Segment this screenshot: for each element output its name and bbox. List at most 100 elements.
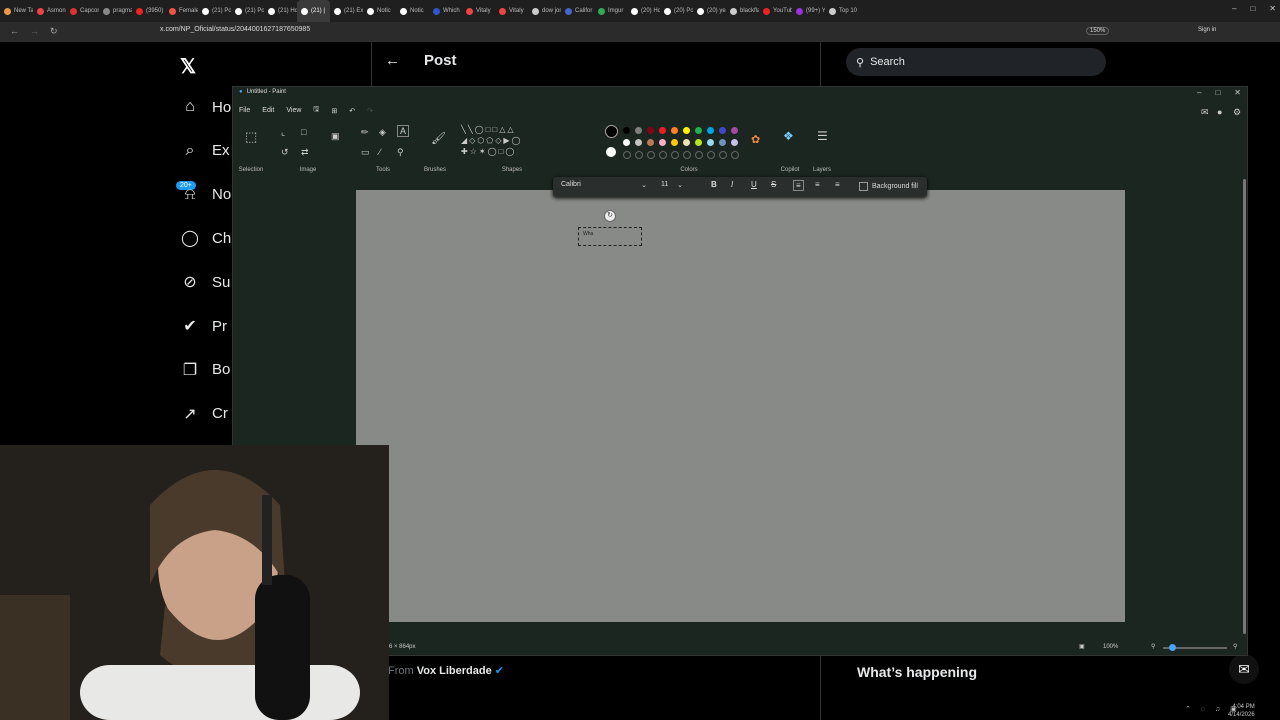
messages-icon[interactable]: ✉ xyxy=(1229,654,1259,684)
menu-edit[interactable]: Edit xyxy=(262,107,274,114)
minimize-icon[interactable]: – xyxy=(1197,88,1201,97)
nav-item-bo[interactable]: ❐ Bo xyxy=(180,360,231,380)
color-swatch[interactable] xyxy=(683,127,690,134)
bold-button[interactable]: B xyxy=(711,180,717,189)
maximize-icon[interactable]: □ xyxy=(1250,4,1255,13)
browser-tab[interactable]: Notic xyxy=(363,0,396,22)
fill-icon[interactable]: ◈ xyxy=(379,127,386,138)
secondary-color-swatch[interactable] xyxy=(606,147,616,157)
browser-tab[interactable]: Imgur xyxy=(594,0,627,22)
selection-icon[interactable]: ⬚ xyxy=(245,129,257,145)
color-swatch[interactable] xyxy=(731,127,738,134)
browser-tab[interactable]: Asmon xyxy=(33,0,66,22)
x-logo[interactable]: 𝕏 xyxy=(180,54,196,79)
color-swatch[interactable] xyxy=(719,139,726,146)
menu-file[interactable]: File xyxy=(239,107,250,114)
browser-tab[interactable]: Top 10 xyxy=(825,0,858,22)
browser-tab[interactable]: Califor xyxy=(561,0,594,22)
color-swatch[interactable] xyxy=(659,139,666,146)
color-picker-icon[interactable]: ∕ xyxy=(379,147,381,157)
resize-icon[interactable]: □ xyxy=(301,127,306,137)
nav-item-ho[interactable]: ⌂ Ho xyxy=(180,97,231,117)
nav-item-su[interactable]: ⊘ Su xyxy=(180,272,230,292)
reload-icon[interactable]: ↻ xyxy=(50,26,58,37)
shapes-row-3-icon[interactable]: ✚☆✶◯□◯ xyxy=(461,147,516,156)
zoom-out-icon[interactable]: ⚲ xyxy=(1151,643,1155,650)
sign-in-button[interactable]: Sign in xyxy=(1198,27,1216,33)
vertical-scrollbar[interactable] xyxy=(1243,179,1246,634)
color-swatch[interactable] xyxy=(635,139,642,146)
nav-item-ch[interactable]: ◯ Ch xyxy=(180,228,231,248)
custom-color-slot[interactable] xyxy=(635,151,643,159)
color-swatch[interactable] xyxy=(647,127,654,134)
brush-icon[interactable]: 🖌 xyxy=(431,131,446,145)
custom-color-slot[interactable] xyxy=(647,151,655,159)
redo-icon[interactable]: ↷ xyxy=(367,107,373,115)
zoom-in-icon[interactable]: ⚲ xyxy=(1233,643,1237,650)
browser-tab[interactable]: (21) Po xyxy=(198,0,231,22)
comment-icon[interactable]: ✉ xyxy=(1201,107,1209,118)
color-swatch[interactable] xyxy=(671,127,678,134)
menu-view[interactable]: View xyxy=(286,107,301,114)
account-icon[interactable]: ● xyxy=(1217,107,1222,117)
forward-icon[interactable]: → xyxy=(30,26,39,36)
browser-tab[interactable]: New Tab xyxy=(0,0,33,22)
custom-color-slot[interactable] xyxy=(731,151,739,159)
strikethrough-button[interactable]: S xyxy=(771,180,776,189)
align-center-icon[interactable]: ≡ xyxy=(815,180,820,189)
custom-color-slot[interactable] xyxy=(659,151,667,159)
close-icon[interactable]: ✕ xyxy=(1269,4,1276,13)
custom-color-slot[interactable] xyxy=(683,151,691,159)
undo-icon[interactable]: ↶ xyxy=(349,107,355,115)
save-icon[interactable]: 🖫 xyxy=(313,105,319,116)
align-left-icon[interactable]: ≡ xyxy=(793,180,804,191)
paint-canvas[interactable]: ↻ Wha xyxy=(356,190,1125,622)
text-tool-icon[interactable]: A xyxy=(397,125,410,137)
custom-color-slot[interactable] xyxy=(671,151,679,159)
custom-color-slot[interactable] xyxy=(719,151,727,159)
browser-tab[interactable]: YouTub xyxy=(759,0,792,22)
font-select[interactable]: Calibri ⌄ xyxy=(561,181,647,189)
custom-color-slot[interactable] xyxy=(707,151,715,159)
eraser-icon[interactable]: ▭ xyxy=(361,147,370,158)
browser-tab[interactable]: (21) Po xyxy=(231,0,264,22)
underline-button[interactable]: U xyxy=(751,180,757,189)
browser-tab[interactable]: (20) Ho xyxy=(627,0,660,22)
fit-icon[interactable]: ▣ xyxy=(1079,643,1085,650)
maximize-icon[interactable]: □ xyxy=(1215,88,1220,97)
browser-tab[interactable]: dow jon xyxy=(528,0,561,22)
color-swatch[interactable] xyxy=(635,127,642,134)
color-swatch[interactable] xyxy=(659,127,666,134)
color-swatch[interactable] xyxy=(731,139,738,146)
zoom-value[interactable]: 100% xyxy=(1103,644,1118,650)
magnifier-icon[interactable]: ⚲ xyxy=(397,147,404,158)
color-swatch[interactable] xyxy=(623,139,630,146)
rotate-handle-icon[interactable]: ↻ xyxy=(604,210,616,222)
minimize-icon[interactable]: – xyxy=(1232,4,1236,13)
share-icon[interactable]: ⊞ xyxy=(331,107,337,115)
back-arrow-icon[interactable]: ← xyxy=(385,52,400,69)
custom-color-slot[interactable] xyxy=(695,151,703,159)
color-swatch[interactable] xyxy=(707,127,714,134)
from-name[interactable]: Vox Liberdade xyxy=(417,665,492,677)
nav-item-ex[interactable]: ⌕ Ex xyxy=(180,141,230,161)
custom-color-slot[interactable] xyxy=(623,151,631,159)
zoom-slider-thumb[interactable] xyxy=(1169,644,1176,651)
close-icon[interactable]: ✕ xyxy=(1234,88,1241,97)
browser-tab[interactable]: Vitaly xyxy=(495,0,528,22)
browser-tab[interactable]: pragmat xyxy=(99,0,132,22)
browser-tab[interactable]: (21) Exp xyxy=(330,0,363,22)
pencil-icon[interactable]: ✏ xyxy=(361,127,369,138)
flip-icon[interactable]: ⇄ xyxy=(301,147,309,158)
layers-icon[interactable]: ☰ xyxy=(817,129,828,143)
shapes-row-1-icon[interactable]: ╲╲◯□□△△ xyxy=(461,125,516,134)
browser-tab[interactable]: (20) Po xyxy=(660,0,693,22)
align-right-icon[interactable]: ≡ xyxy=(835,180,840,189)
copilot-icon[interactable]: ❖ xyxy=(783,129,794,143)
browser-tab[interactable]: (21) | xyxy=(297,0,330,22)
color-swatch[interactable] xyxy=(695,127,702,134)
browser-tab[interactable]: Female xyxy=(165,0,198,22)
image-select-icon[interactable]: ▣ xyxy=(331,131,340,142)
browser-tab[interactable]: blackfla xyxy=(726,0,759,22)
settings-icon[interactable]: ⚙ xyxy=(1233,107,1241,118)
